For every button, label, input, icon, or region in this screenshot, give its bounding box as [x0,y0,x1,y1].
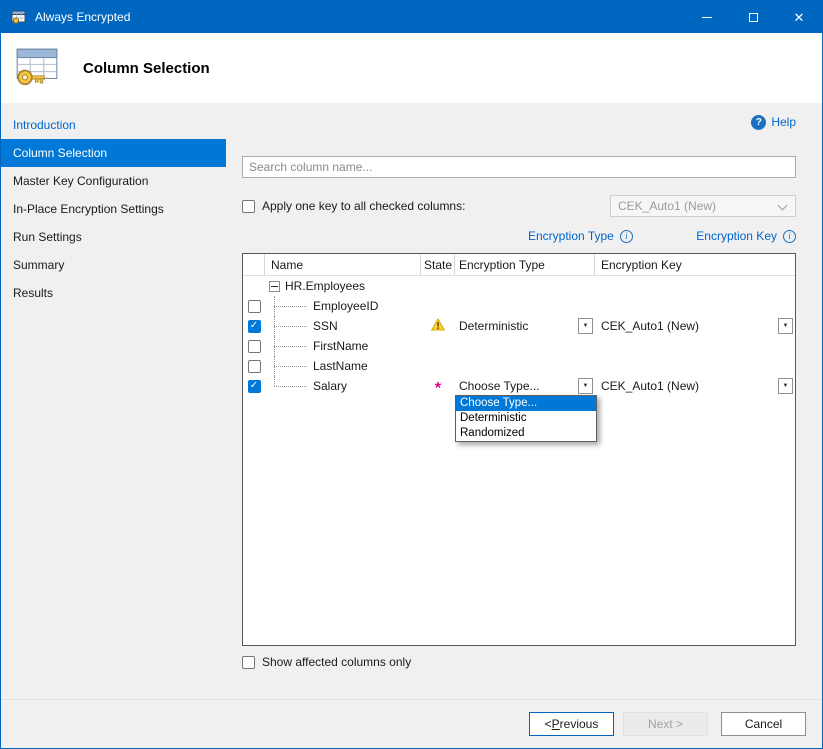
column-row-lastname: LastName [243,356,795,376]
search-column-input[interactable] [242,156,796,178]
sidebar-item-run-settings[interactable]: Run Settings [1,223,226,251]
tree-branch [265,316,311,336]
encryption-key-link-group[interactable]: Encryption Key i [696,229,796,243]
encryption-key-link[interactable]: Encryption Key [696,229,777,243]
encryption-type-info-icon[interactable]: i [620,230,633,243]
encryption-type-dropdown-list: Choose Type... Deterministic Randomized [455,395,597,442]
sidebar-item-summary[interactable]: Summary [1,251,226,279]
encryption-key-info-icon[interactable]: i [783,230,796,243]
apply-one-key-checkbox[interactable] [242,200,255,213]
always-encrypted-window: Always Encrypted ✕ Column Selection [0,0,823,749]
column-name: Salary [313,379,347,393]
page-title: Column Selection [83,60,210,77]
column-row-firstname: FirstName [243,336,795,356]
window-controls: ✕ [684,1,822,33]
sidebar-item-introduction[interactable]: Introduction [1,111,226,139]
column-name: FirstName [313,339,368,353]
header-encryption-type: Encryption Type [455,254,595,275]
tree-branch [265,376,311,396]
collapse-expander-icon[interactable] [269,281,280,292]
encryption-type-value[interactable]: Deterministic [455,319,528,333]
column-name: EmployeeID [313,299,378,313]
encryption-type-value[interactable]: Choose Type... [455,379,540,393]
chevron-down-icon [778,201,788,211]
table-group-row: HR.Employees [243,276,795,296]
header-select [243,254,265,275]
column-checkbox-firstname[interactable] [248,340,261,353]
help-link[interactable]: ? Help [751,115,796,130]
apply-key-combobox[interactable]: CEK_Auto1 (New) [610,195,796,217]
app-icon [11,9,27,25]
window-title: Always Encrypted [35,10,130,24]
encryption-type-link-group[interactable]: Encryption Type i [528,229,633,243]
tree-branch [265,336,311,356]
header-state: State [421,254,455,275]
encryption-key-dropdown-button[interactable]: ▼ [778,318,793,334]
wizard-footer: < Previous Next > Cancel [1,699,822,748]
header-name: Name [265,254,421,275]
minimize-button[interactable] [684,1,730,33]
column-selection-page: ? Help Apply one key to all checked colu… [226,103,822,699]
column-checkbox-employeeid[interactable] [248,300,261,313]
cancel-button[interactable]: Cancel [721,712,806,736]
column-checkbox-lastname[interactable] [248,360,261,373]
column-name: SSN [313,319,338,333]
column-checkbox-ssn[interactable] [248,320,261,333]
maximize-button[interactable] [730,1,776,33]
encryption-key-dropdown-button[interactable]: ▼ [778,378,793,394]
maximize-icon [749,13,758,22]
wizard-steps-sidebar: Introduction Column Selection Master Key… [1,103,226,699]
sidebar-item-in-place-encryption-settings[interactable]: In-Place Encryption Settings [1,195,226,223]
minimize-icon [702,17,712,18]
column-checkbox-salary[interactable] [248,380,261,393]
wizard-header: Column Selection [1,33,822,103]
apply-key-combobox-value: CEK_Auto1 (New) [618,199,716,213]
sidebar-item-column-selection[interactable]: Column Selection [1,139,226,167]
encryption-key-value[interactable]: CEK_Auto1 (New) [595,319,699,333]
help-row: ? Help [242,113,796,131]
table-key-icon [13,46,61,90]
encryption-type-dropdown-button[interactable]: ▼ [578,378,593,394]
encryption-type-dropdown-button[interactable]: ▼ [578,318,593,334]
sidebar-item-results[interactable]: Results [1,279,226,307]
column-row-salary: Salary * Choose Type... ▼ CEK_Auto1 (New… [243,376,795,396]
help-icon: ? [751,115,766,130]
help-label: Help [771,115,796,129]
wizard-body: Introduction Column Selection Master Key… [1,103,822,699]
table-name: HR.Employees [285,279,365,293]
next-button[interactable]: Next > [623,712,708,736]
title-bar: Always Encrypted ✕ [1,1,822,33]
dropdown-option-deterministic[interactable]: Deterministic [456,411,596,426]
close-button[interactable]: ✕ [776,1,822,33]
column-row-ssn: SSN Deterministic ▼ [243,316,795,336]
show-affected-row: Show affected columns only [242,655,796,669]
dropdown-option-randomized[interactable]: Randomized [456,426,596,441]
dropdown-option-choose-type[interactable]: Choose Type... [456,396,596,411]
columns-grid: Name State Encryption Type Encryption Ke… [242,253,796,646]
header-encryption-key: Encryption Key [595,254,795,275]
close-icon: ✕ [794,11,805,24]
previous-button[interactable]: < Previous [529,712,614,736]
encryption-key-value[interactable]: CEK_Auto1 (New) [595,379,699,393]
column-info-links: Encryption Type i Encryption Key i [242,229,796,245]
column-row-employeeid: EmployeeID [243,296,795,316]
show-affected-label: Show affected columns only [262,655,411,669]
column-name: LastName [313,359,368,373]
apply-one-key-label: Apply one key to all checked columns: [262,199,465,213]
sidebar-item-master-key-configuration[interactable]: Master Key Configuration [1,167,226,195]
apply-one-key-row: Apply one key to all checked columns: Ap… [242,195,796,217]
tree-branch [265,356,311,376]
encryption-type-link[interactable]: Encryption Type [528,229,614,243]
warning-icon [431,318,445,334]
show-affected-checkbox[interactable] [242,656,255,669]
required-asterisk-icon: * [435,381,441,397]
grid-header: Name State Encryption Type Encryption Ke… [243,254,795,276]
tree-branch [265,296,311,316]
